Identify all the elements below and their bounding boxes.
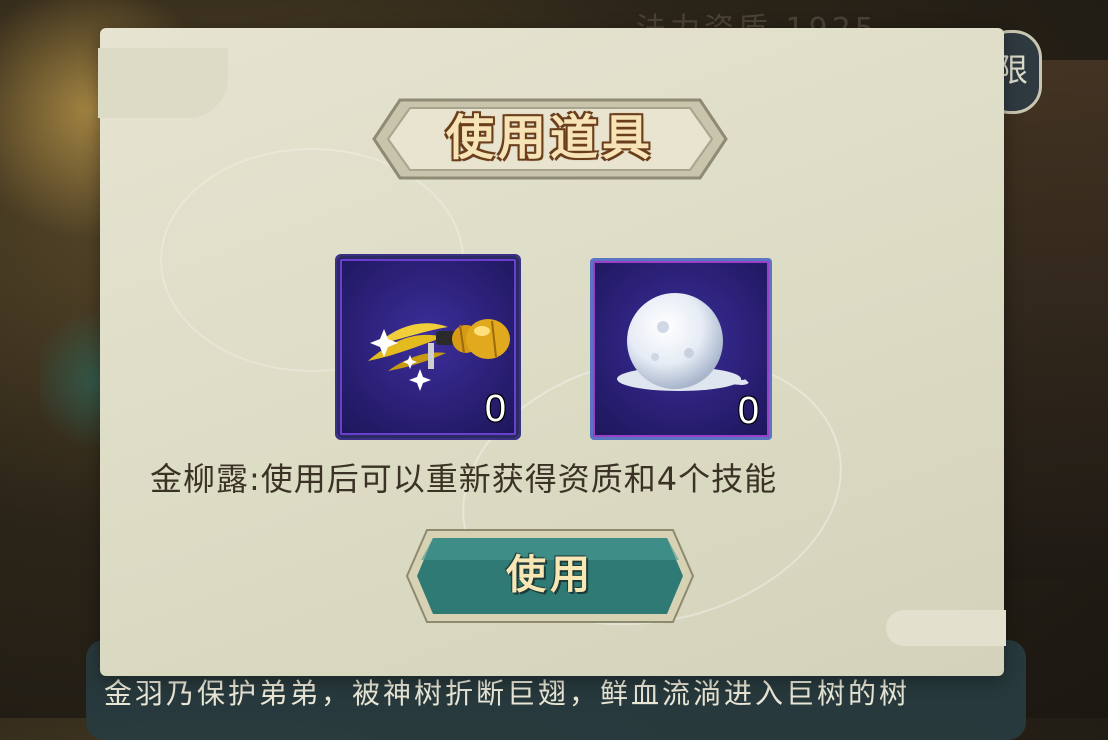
title-plaque: 使用道具 [370,94,730,184]
item-slot-snowball[interactable]: 0 [590,258,772,440]
item-count: 0 [737,390,759,432]
story-text: 金羽乃保护弟弟，被神树折断巨翅，鲜血流淌进入巨树的树 [104,677,911,710]
use-button[interactable]: 使用 [405,526,695,626]
item-count: 0 [484,388,506,430]
item-slot-golden-willow-dew[interactable]: 0 [337,256,519,438]
dialog-decoration [98,48,228,118]
item-description: 金柳露:使用后可以重新获得资质和4个技能 [150,460,778,498]
use-button-label: 使用 [506,552,594,598]
dialog-title: 使用道具 [445,110,654,166]
dialog-decoration [886,610,1006,646]
